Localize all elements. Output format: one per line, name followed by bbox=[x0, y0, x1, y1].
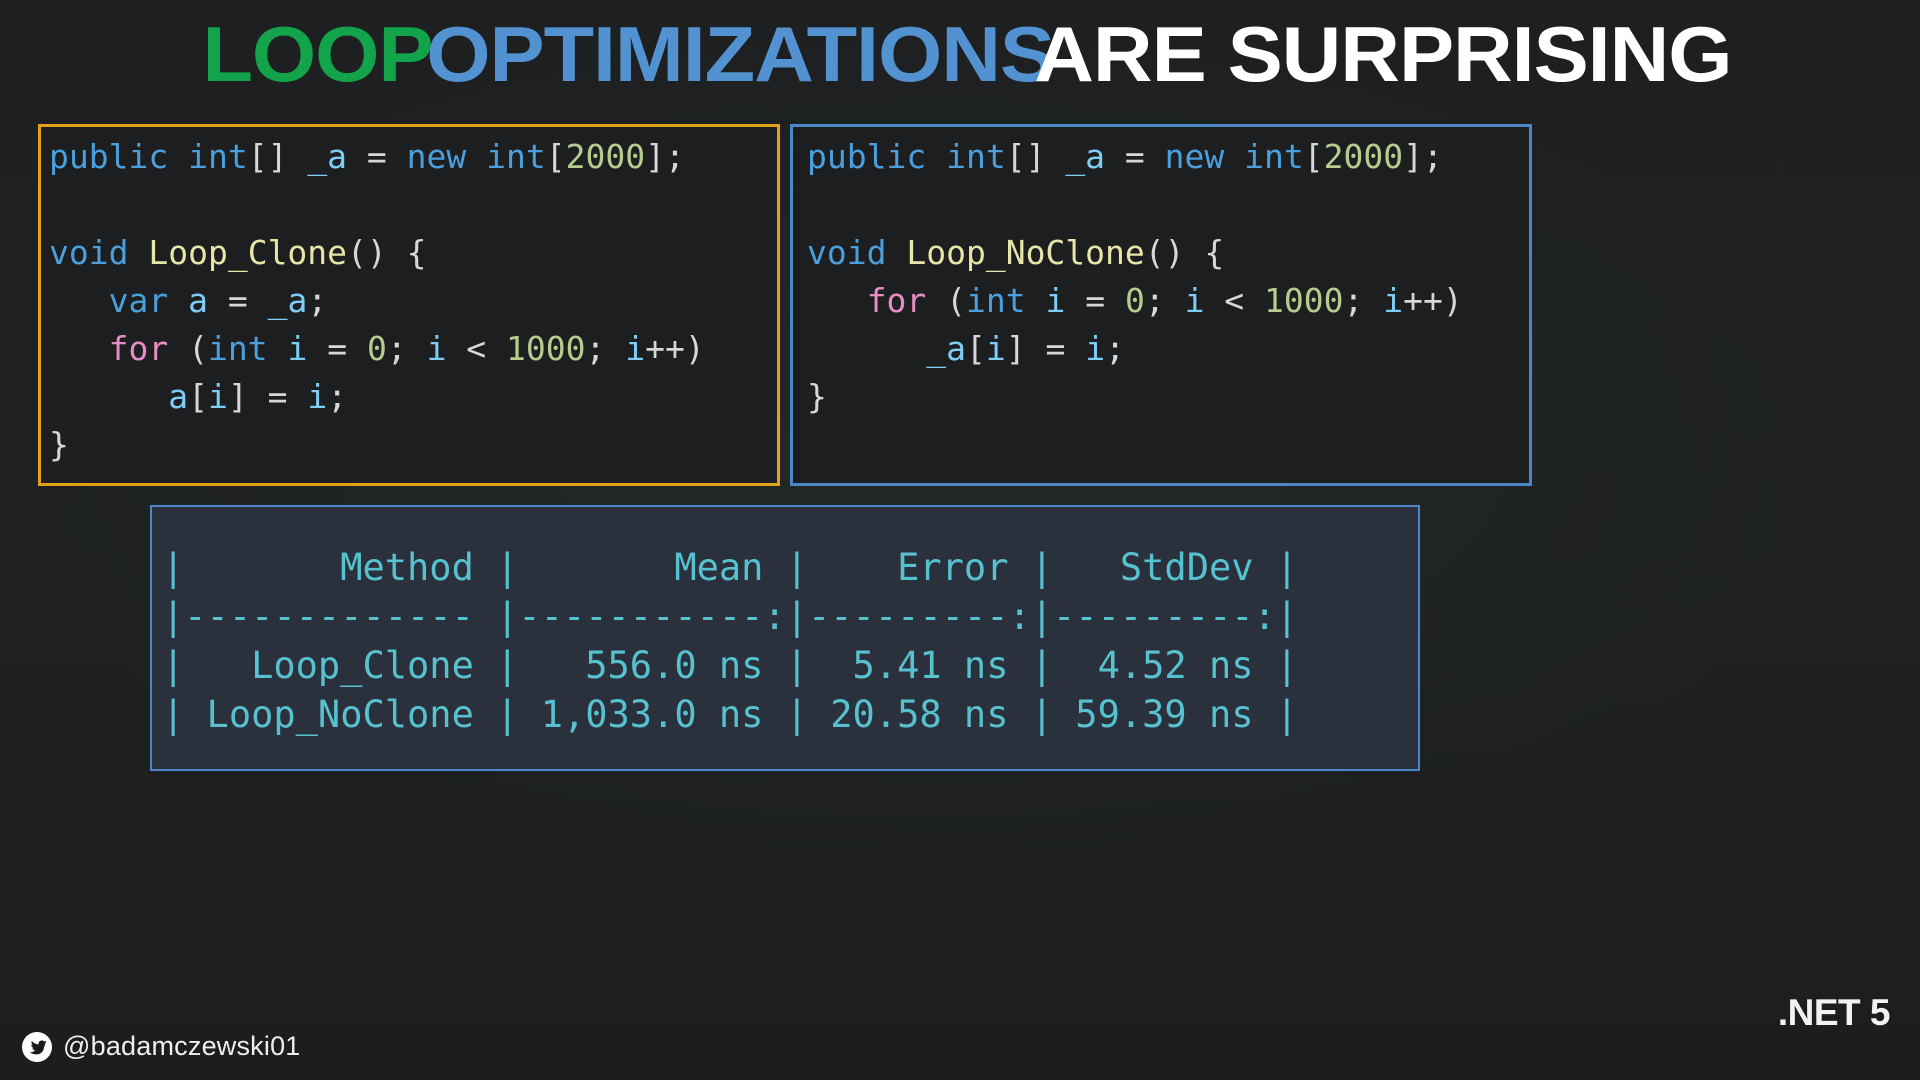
code-token: [ bbox=[545, 137, 566, 176]
code-token: new bbox=[1164, 137, 1225, 176]
benchmark-results-panel: | Method | Mean | Error | StdDev | |----… bbox=[150, 505, 1420, 771]
slide-title: LOOP OPTIMIZATIONS ARE SURPRISING bbox=[0, 8, 1920, 100]
code-token: [] bbox=[247, 137, 308, 176]
code-token: i bbox=[1045, 281, 1066, 320]
code-token: i bbox=[287, 329, 308, 368]
code-token: ; bbox=[327, 377, 348, 416]
code-token: int bbox=[486, 137, 546, 176]
code-token: = bbox=[1105, 137, 1165, 176]
code-token: int bbox=[1244, 137, 1304, 176]
code-token: ++) bbox=[1403, 281, 1463, 320]
code-token: [ bbox=[965, 329, 986, 368]
code-token: i bbox=[1085, 329, 1106, 368]
code-token: i bbox=[1184, 281, 1205, 320]
code-token: 1000 bbox=[506, 329, 586, 368]
title-word-optimizations: OPTIMIZATIONS bbox=[425, 10, 1055, 98]
code-token: 2000 bbox=[565, 137, 646, 176]
code-token: ++) bbox=[645, 329, 705, 368]
code-token: for bbox=[108, 329, 169, 368]
code-token: ( bbox=[168, 329, 208, 368]
code-block-loop-clone: public int[] _a = new int[2000]; void Lo… bbox=[41, 127, 777, 469]
code-token: public bbox=[807, 137, 927, 176]
code-token: int bbox=[207, 329, 268, 368]
code-token: [ bbox=[188, 377, 208, 416]
code-token: ] = bbox=[227, 377, 308, 416]
code-token: [] bbox=[1005, 137, 1066, 176]
code-token: ; bbox=[1343, 281, 1384, 320]
twitter-bird-icon bbox=[22, 1031, 52, 1062]
code-token: 0 bbox=[1124, 281, 1145, 320]
code-token: Loop_NoClone bbox=[906, 233, 1145, 272]
code-token: = bbox=[207, 281, 268, 320]
code-token: int bbox=[188, 137, 248, 176]
code-token: i bbox=[985, 329, 1006, 368]
code-token: Loop_Clone bbox=[148, 233, 348, 272]
code-token: 0 bbox=[366, 329, 387, 368]
code-token: ; bbox=[386, 329, 427, 368]
code-token: int bbox=[965, 281, 1026, 320]
code-token: = bbox=[347, 137, 407, 176]
code-token: ( bbox=[926, 281, 966, 320]
code-token: < bbox=[446, 329, 507, 368]
code-token: i bbox=[1383, 281, 1404, 320]
code-token: public bbox=[49, 137, 169, 176]
code-panel-loop-noclone: public int[] _a = new int[2000]; void Lo… bbox=[790, 124, 1532, 486]
code-token: for bbox=[866, 281, 927, 320]
dotnet-version-badge: .NET 5 bbox=[1777, 992, 1891, 1033]
code-token: new bbox=[406, 137, 467, 176]
code-token: a bbox=[188, 281, 208, 320]
code-token: 2000 bbox=[1323, 137, 1404, 176]
code-token: i bbox=[426, 329, 447, 368]
code-token: () { bbox=[1144, 233, 1225, 272]
code-token: } bbox=[49, 425, 69, 464]
code-token: void bbox=[49, 233, 129, 272]
code-token: ; bbox=[307, 281, 328, 320]
code-token: ; bbox=[585, 329, 626, 368]
code-token: _a bbox=[267, 281, 308, 320]
code-token: () { bbox=[347, 233, 427, 272]
code-token: ; bbox=[1144, 281, 1185, 320]
code-token: _a bbox=[307, 137, 348, 176]
code-token: ; bbox=[1105, 329, 1125, 368]
code-token: [ bbox=[1303, 137, 1324, 176]
code-token: int bbox=[946, 137, 1006, 176]
benchmark-results-table: | Method | Mean | Error | StdDev | |----… bbox=[162, 546, 1299, 736]
code-block-loop-noclone: public int[] _a = new int[2000]; void Lo… bbox=[793, 127, 1529, 421]
title-word-are-surprising: ARE SURPRISING bbox=[1033, 10, 1732, 98]
code-token: var bbox=[108, 281, 169, 320]
twitter-handle-footer[interactable]: @badamczewski01 bbox=[22, 1031, 301, 1062]
title-word-loop: LOOP bbox=[202, 10, 433, 98]
code-token: = bbox=[1065, 281, 1125, 320]
code-token: } bbox=[807, 377, 827, 416]
code-token: < bbox=[1204, 281, 1265, 320]
code-token: _a bbox=[1065, 137, 1106, 176]
code-token: = bbox=[307, 329, 367, 368]
twitter-handle-text: @badamczewski01 bbox=[63, 1031, 301, 1061]
code-token: ] = bbox=[1005, 329, 1086, 368]
code-token: ]; bbox=[1403, 137, 1443, 176]
code-token: void bbox=[807, 233, 887, 272]
code-token: 1000 bbox=[1264, 281, 1344, 320]
code-panel-loop-clone: public int[] _a = new int[2000]; void Lo… bbox=[38, 124, 780, 486]
code-token: ]; bbox=[645, 137, 685, 176]
code-token: i bbox=[625, 329, 646, 368]
code-token: a bbox=[168, 377, 189, 416]
code-token: _a bbox=[926, 329, 966, 368]
code-token: i bbox=[207, 377, 228, 416]
code-token: i bbox=[307, 377, 328, 416]
